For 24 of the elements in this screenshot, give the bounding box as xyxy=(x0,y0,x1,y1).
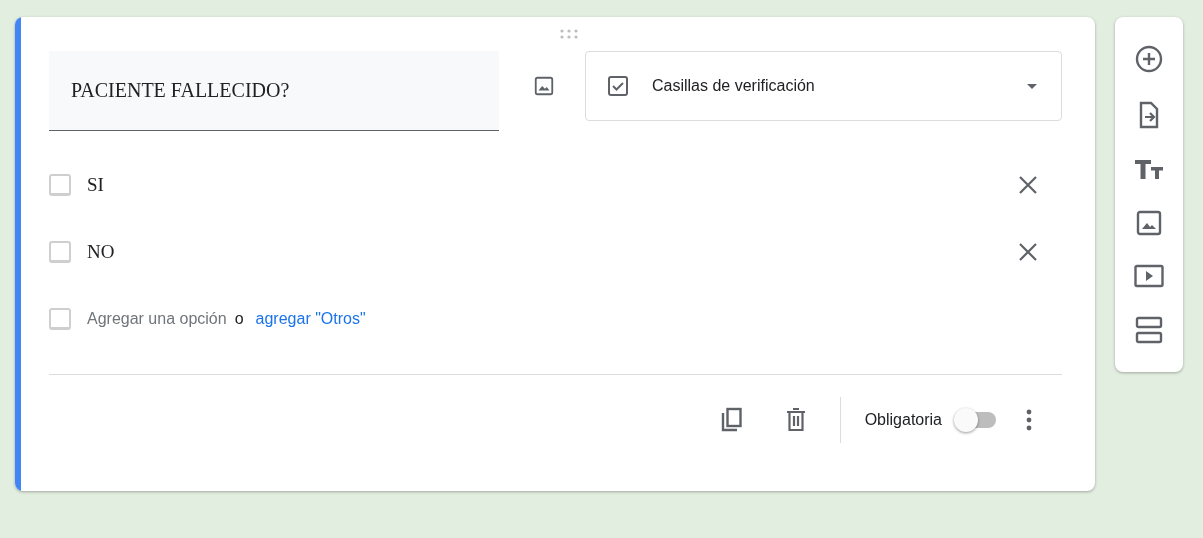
close-icon[interactable] xyxy=(1018,241,1038,262)
image-icon[interactable] xyxy=(1136,209,1162,236)
add-option-field[interactable]: Agregar una opción xyxy=(87,309,227,328)
close-icon[interactable] xyxy=(1018,174,1038,195)
option-label[interactable]: NO xyxy=(87,240,1018,263)
caret-icon xyxy=(1027,83,1037,89)
image-icon[interactable] xyxy=(533,75,555,97)
add-other-link[interactable]: agregar "Otros" xyxy=(255,309,366,328)
section-icon[interactable] xyxy=(1135,315,1163,344)
option-label[interactable]: SI xyxy=(87,173,1018,196)
or-text: o xyxy=(234,309,244,328)
video-icon[interactable] xyxy=(1134,263,1164,288)
checkbox[interactable] xyxy=(49,173,71,196)
checkbox[interactable] xyxy=(49,240,71,263)
question-type-dropdown[interactable]: Casillas de verificación xyxy=(585,51,1062,121)
import-icon[interactable] xyxy=(1137,101,1161,130)
more-icon[interactable] xyxy=(1026,409,1032,431)
duplicate-icon[interactable] xyxy=(719,407,744,433)
trash-icon[interactable] xyxy=(785,408,806,432)
add-circle-icon[interactable] xyxy=(1135,45,1163,74)
question-field[interactable]: PACIENTE FALLECIDO? xyxy=(49,51,499,131)
title-text-icon[interactable] xyxy=(1134,157,1164,182)
checkbox-icon xyxy=(606,74,630,98)
required-label: Obligatoria xyxy=(864,411,942,429)
